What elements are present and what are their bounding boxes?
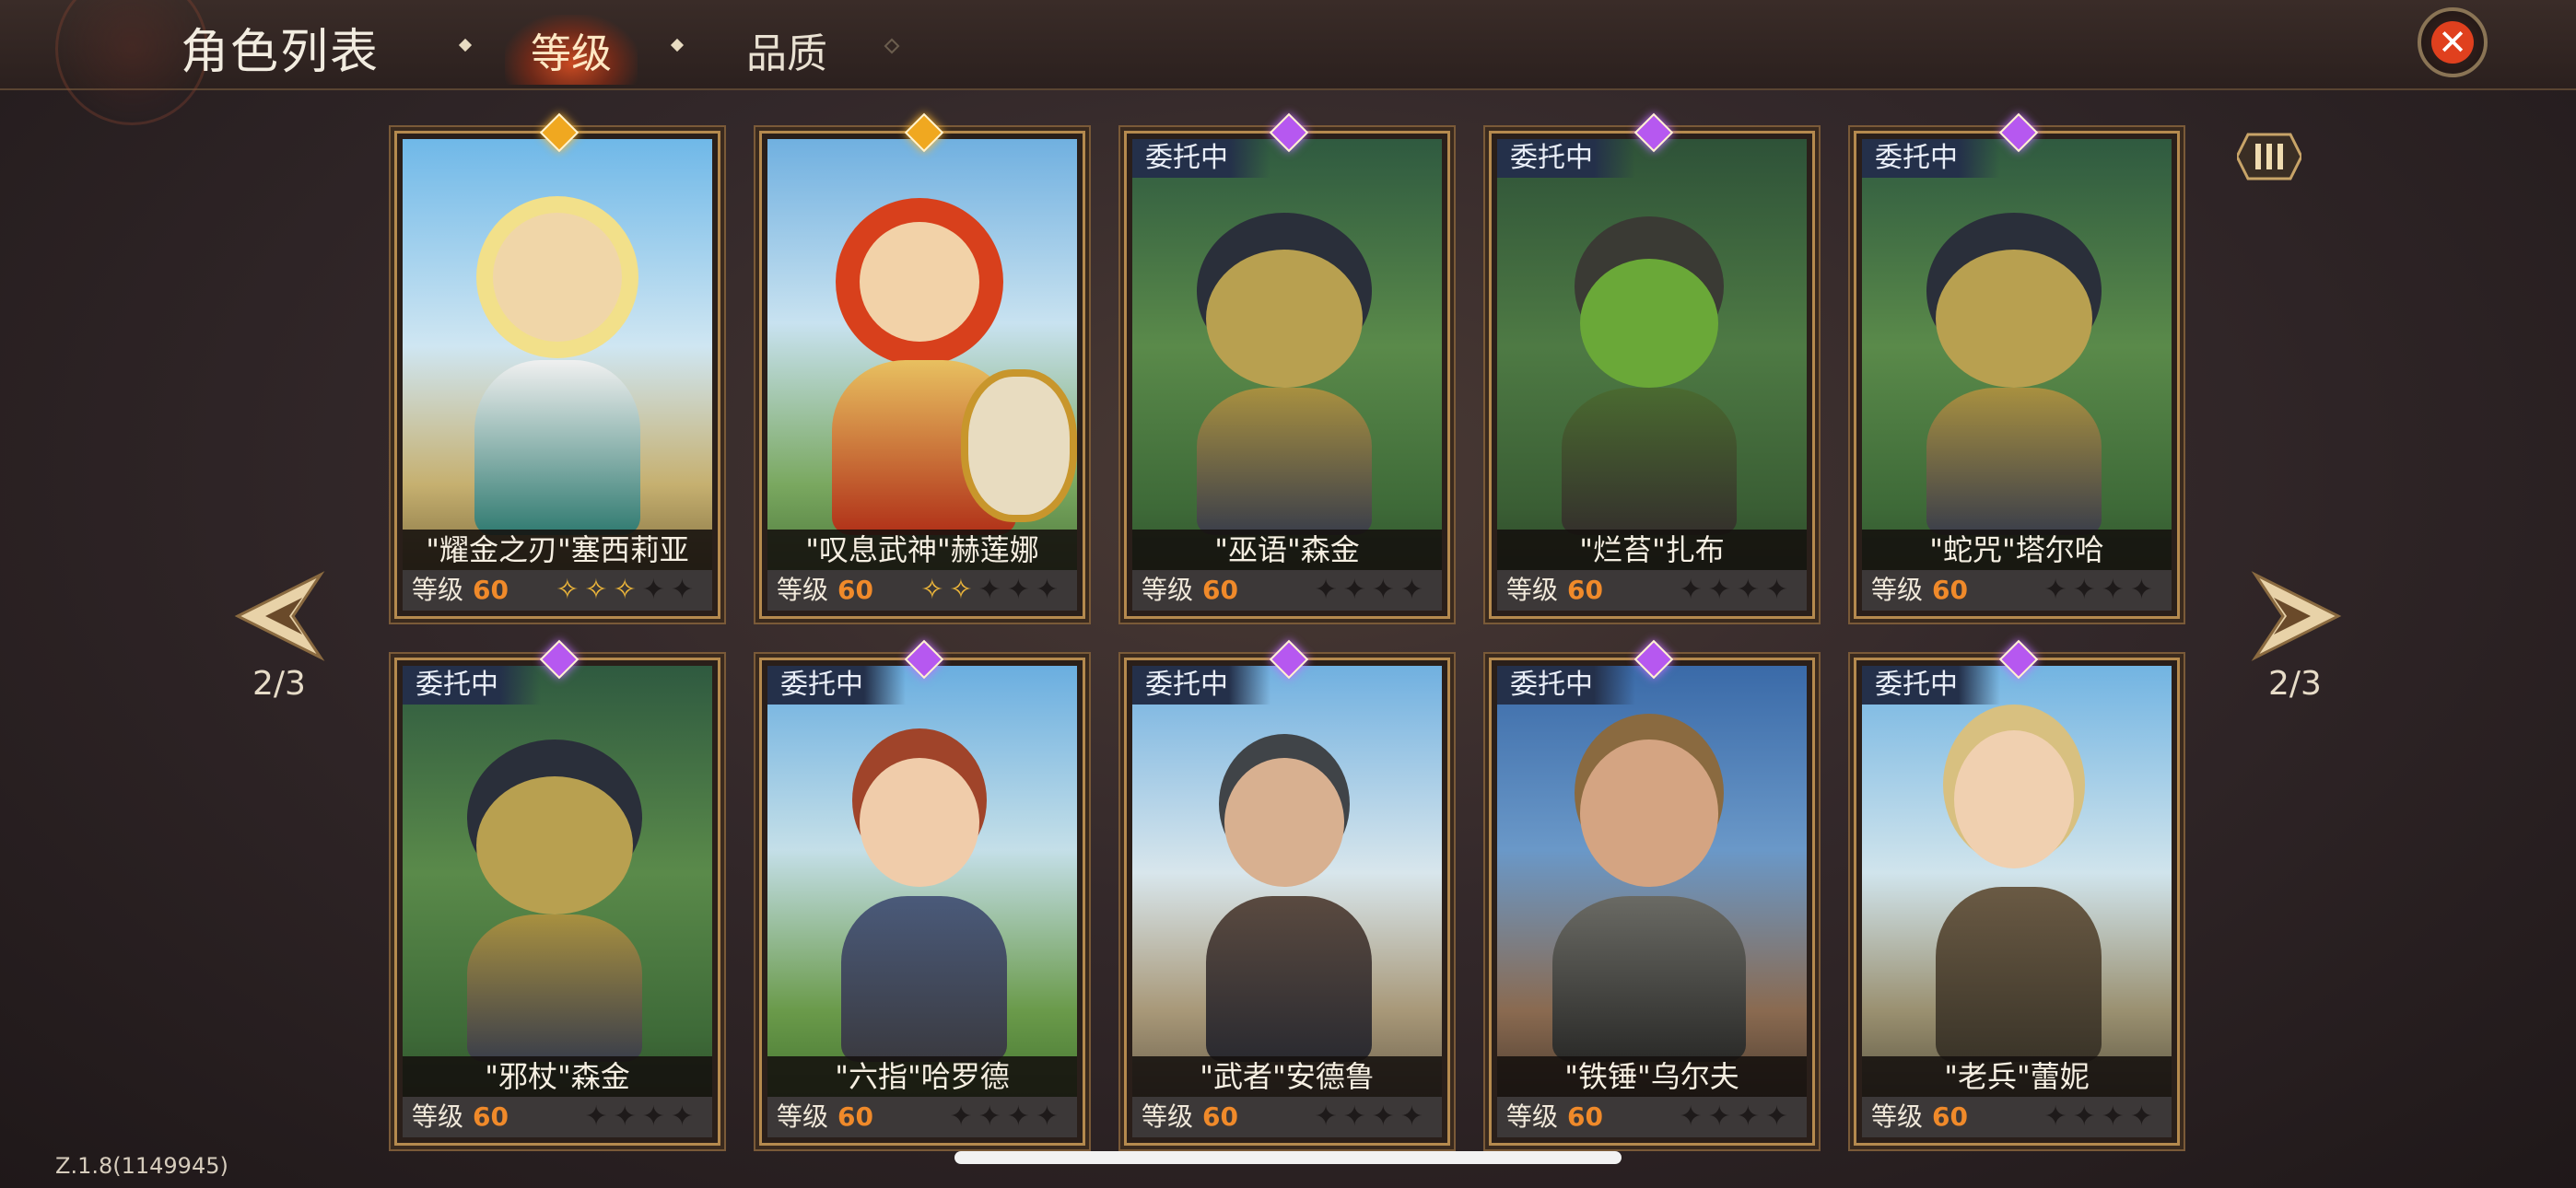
level-value: 60 [1932, 575, 1968, 605]
sort-columns-icon[interactable] [2237, 129, 2301, 184]
home-indicator[interactable] [954, 1151, 1622, 1164]
close-button[interactable]: ✕ [2418, 7, 2488, 77]
character-card[interactable]: 委托中 "六指"哈罗德 等级 60 ✦✦✦✦ [759, 639, 1085, 1146]
page-indicator-right: 2/3 [2268, 665, 2322, 703]
page-indicator-left: 2/3 [252, 665, 306, 703]
commission-badge: 委托中 [767, 666, 906, 705]
level-bar: 等级 60 ✦✦✦✦ [767, 1097, 1077, 1137]
level-value: 60 [473, 1101, 509, 1132]
level-label: 等级 [1506, 575, 1559, 605]
level-label: 等级 [777, 575, 829, 605]
tab-level[interactable]: 等级 [505, 15, 638, 85]
level-value: 60 [1202, 575, 1238, 605]
level-value: 60 [1202, 1101, 1238, 1132]
commission-badge: 委托中 [1862, 666, 2000, 705]
level-bar: 等级 60 ✦✦✦✦ [1497, 1097, 1807, 1137]
star-rating: ✧✧✦✦✦ [920, 574, 1064, 606]
level-label: 等级 [1871, 1101, 1924, 1132]
character-name: "邪杖"森金 [403, 1056, 712, 1097]
level-label: 等级 [777, 1101, 829, 1132]
star-rating: ✦✦✦✦ [2043, 1101, 2159, 1133]
character-name: "老兵"蕾妮 [1862, 1056, 2172, 1097]
level-label: 等级 [1142, 575, 1194, 605]
level-value: 60 [1932, 1101, 1968, 1132]
top-bar: 角色列表 等级 品质 ✕ [0, 0, 2576, 125]
level-value: 60 [837, 1101, 873, 1132]
close-x-icon: ✕ [2431, 21, 2474, 64]
level-bar: 等级 60 ✦✦✦✦ [1497, 570, 1807, 611]
level-bar: 等级 60 ✦✦✦✦ [1132, 1097, 1442, 1137]
level-value: 60 [837, 575, 873, 605]
character-name: "烂苔"扎布 [1497, 530, 1807, 570]
level-bar: 等级 60 ✧✧✧✦✦ [403, 570, 712, 611]
character-card[interactable]: "耀金之刃"塞西莉亚 等级 60 ✧✧✧✦✦ [394, 112, 720, 619]
character-name: "蛇咒"塔尔哈 [1862, 530, 2172, 570]
level-bar: 等级 60 ✦✦✦✦ [1862, 1097, 2172, 1137]
level-value: 60 [1567, 575, 1603, 605]
character-card[interactable]: 委托中 "武者"安德鲁 等级 60 ✦✦✦✦ [1124, 639, 1450, 1146]
level-bar: 等级 60 ✧✧✦✦✦ [767, 570, 1077, 611]
level-bar: 等级 60 ✦✦✦✦ [1862, 570, 2172, 611]
character-card[interactable]: "叹息武神"赫莲娜 等级 60 ✧✧✦✦✦ [759, 112, 1085, 619]
star-rating: ✦✦✦✦ [949, 1101, 1064, 1133]
commission-badge: 委托中 [403, 666, 541, 705]
level-value: 60 [1567, 1101, 1603, 1132]
character-card[interactable]: 委托中 "蛇咒"塔尔哈 等级 60 ✦✦✦✦ [1854, 112, 2180, 619]
star-rating: ✦✦✦✦ [1679, 1101, 1794, 1133]
star-rating: ✦✦✦✦ [1314, 574, 1429, 606]
character-card[interactable]: 委托中 "铁锤"乌尔夫 等级 60 ✦✦✦✦ [1489, 639, 1815, 1146]
character-card[interactable]: 委托中 "巫语"森金 等级 60 ✦✦✦✦ [1124, 112, 1450, 619]
character-name: "铁锤"乌尔夫 [1497, 1056, 1807, 1097]
tab-quality[interactable]: 品质 [746, 20, 827, 79]
tab-separator-icon [670, 38, 685, 52]
commission-badge: 委托中 [1497, 139, 1635, 178]
commission-badge: 委托中 [1132, 139, 1270, 178]
next-page-arrow-icon[interactable] [2246, 565, 2348, 667]
level-label: 等级 [1142, 1101, 1194, 1132]
character-name: "六指"哈罗德 [767, 1056, 1077, 1097]
page-title: 角色列表 [181, 25, 381, 80]
level-label: 等级 [412, 575, 464, 605]
star-rating: ✦✦✦✦ [584, 1101, 699, 1133]
commission-badge: 委托中 [1132, 666, 1270, 705]
tab-separator-icon [884, 38, 900, 54]
commission-badge: 委托中 [1862, 139, 2000, 178]
star-rating: ✧✧✧✦✦ [556, 574, 699, 606]
star-rating: ✦✦✦✦ [2043, 574, 2159, 606]
level-value: 60 [473, 575, 509, 605]
level-label: 等级 [1506, 1101, 1559, 1132]
level-label: 等级 [1871, 575, 1924, 605]
character-card[interactable]: 委托中 "邪杖"森金 等级 60 ✦✦✦✦ [394, 639, 720, 1146]
character-name: "叹息武神"赫莲娜 [767, 530, 1077, 570]
prev-page-arrow-icon[interactable] [228, 565, 330, 667]
commission-badge: 委托中 [1497, 666, 1635, 705]
level-bar: 等级 60 ✦✦✦✦ [403, 1097, 712, 1137]
tab-separator-icon [458, 38, 473, 52]
character-card[interactable]: 委托中 "烂苔"扎布 等级 60 ✦✦✦✦ [1489, 112, 1815, 619]
star-rating: ✦✦✦✦ [1679, 574, 1794, 606]
character-name: "巫语"森金 [1132, 530, 1442, 570]
level-label: 等级 [412, 1101, 464, 1132]
level-bar: 等级 60 ✦✦✦✦ [1132, 570, 1442, 611]
star-rating: ✦✦✦✦ [1314, 1101, 1429, 1133]
character-name: "耀金之刃"塞西莉亚 [403, 530, 712, 570]
version-label: Z.1.8(1149945) [55, 1153, 228, 1179]
character-name: "武者"安德鲁 [1132, 1056, 1442, 1097]
character-card[interactable]: 委托中 "老兵"蕾妮 等级 60 ✦✦✦✦ [1854, 639, 2180, 1146]
